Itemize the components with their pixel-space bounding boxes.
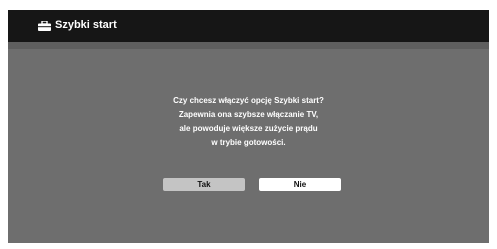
title-bar: Szybki start [8, 10, 489, 42]
toolbox-icon [38, 21, 51, 31]
page-title: Szybki start [55, 19, 117, 31]
message-line: Zapewnia ona szybsze włączanie TV, [178, 110, 319, 119]
no-button[interactable]: Nie [259, 178, 341, 191]
message-line: w trybie gotowości. [211, 138, 286, 147]
message-line: ale powoduje większe zużycie prądu [179, 124, 318, 133]
message-line: Czy chcesz włączyć opcję Szybki start? [173, 96, 324, 105]
dialog-message: Czy chcesz włączyć opcję Szybki start? Z… [108, 94, 389, 150]
tv-screen: Szybki start Czy chcesz włączyć opcję Sz… [8, 10, 489, 243]
title-divider [8, 42, 489, 49]
yes-button[interactable]: Tak [163, 178, 245, 191]
